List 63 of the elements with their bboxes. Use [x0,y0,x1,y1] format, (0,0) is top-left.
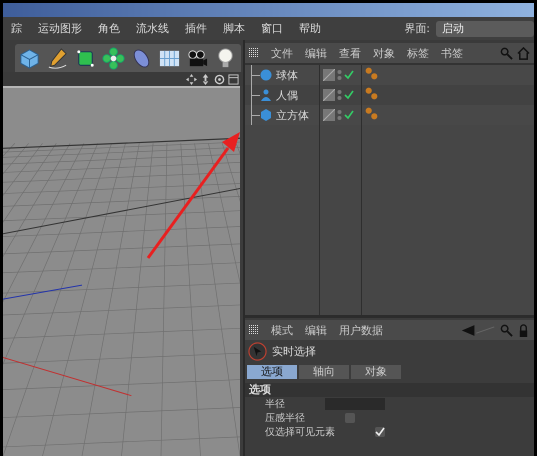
object-name: 球体 [276,68,298,82]
checkbox[interactable] [345,413,355,423]
field-label: 半径 [265,398,285,411]
cube-icon [260,109,272,121]
field-label: 仅选择可见元素 [265,426,335,439]
menu-item[interactable]: 对象 [367,46,401,60]
layer-icon[interactable] [323,69,335,81]
layout-dropdown[interactable]: 启动 [436,20,534,36]
object-name: 人偶 [276,88,298,102]
field-label: 压感半径 [265,412,305,425]
sphere-icon [260,69,272,81]
menu-item[interactable]: 踪 [3,21,30,36]
layout-label: 界面: [404,21,430,36]
flower-icon[interactable] [102,46,125,70]
menu-item[interactable]: 标签 [401,46,435,60]
object-row[interactable]: 人偶 [245,85,534,105]
lock-icon[interactable] [517,324,530,336]
checkbox[interactable] [375,427,385,437]
menu-item[interactable]: 用户数据 [333,322,389,338]
view-layout-icon[interactable] [228,74,239,84]
material-tag-icon[interactable] [365,66,378,80]
visibility-dots-icon[interactable] [337,69,342,81]
menu-item[interactable]: 脚本 [215,21,253,36]
tab[interactable]: 对象 [351,365,401,379]
move-icon[interactable] [186,74,197,84]
enabled-check-icon[interactable] [344,70,354,80]
menu-item[interactable]: 编辑 [299,322,333,338]
menu-item[interactable]: 运动图形 [30,21,90,36]
visibility-dots-icon[interactable] [337,109,342,121]
section-header: 选项 [245,383,534,397]
layer-icon[interactable] [323,109,335,121]
menu-item[interactable]: 模式 [265,322,299,338]
zoom-arrows-icon[interactable] [200,74,211,84]
tab[interactable]: 选项 [247,365,297,379]
search-icon[interactable] [500,324,513,336]
menu-item[interactable]: 插件 [177,21,215,36]
object-name: 立方体 [276,108,309,122]
menu-item[interactable]: 文件 [265,46,299,60]
menu-item[interactable]: 流水线 [128,21,177,36]
menu-item[interactable]: 书签 [435,46,469,60]
menu-item[interactable]: 查看 [333,46,367,60]
menu-item[interactable]: 窗口 [253,21,291,36]
menu-item[interactable]: 编辑 [299,46,333,60]
enabled-check-icon[interactable] [344,90,354,100]
tab[interactable]: 轴向 [299,365,349,379]
pen-icon[interactable] [46,46,69,70]
cube-icon[interactable] [18,46,41,70]
material-tag-icon[interactable] [365,86,378,100]
grip-icon [249,48,259,58]
menu-item[interactable]: 角色 [90,21,128,36]
visibility-dots-icon[interactable] [337,89,342,101]
enabled-check-icon[interactable] [344,110,354,120]
tool-name: 实时选择 [272,344,316,358]
home-icon[interactable] [517,46,530,60]
material-tag-icon[interactable] [365,106,378,120]
figure-icon [260,89,272,101]
back-arrow-icon[interactable] [460,324,496,336]
grip-icon [249,325,259,335]
rotate-icon[interactable] [214,74,225,84]
menu-item[interactable]: 帮助 [291,21,329,36]
layer-icon[interactable] [323,89,335,101]
selection-cursor-icon [248,342,267,360]
search-icon[interactable] [500,46,513,60]
